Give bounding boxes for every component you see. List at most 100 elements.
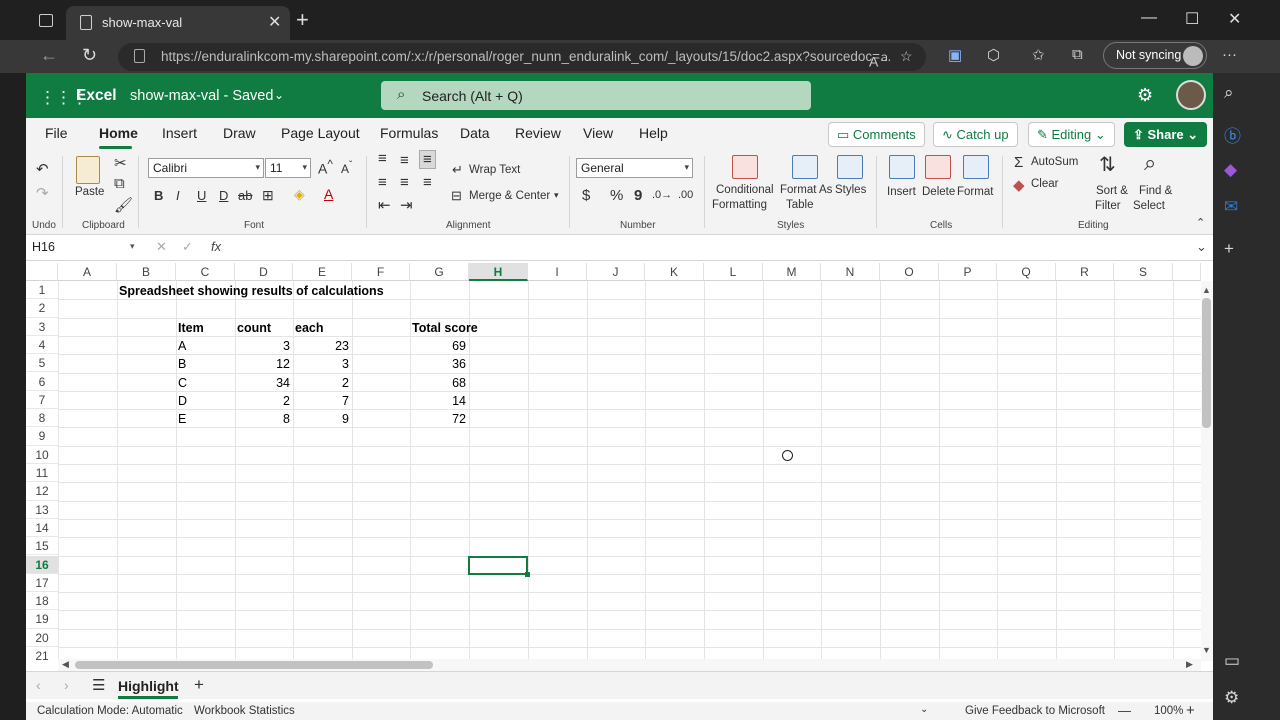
row-header[interactable]: 14 [26, 518, 58, 538]
number-format-select[interactable]: General ▾ [576, 158, 693, 178]
tab-page-layout[interactable]: Page Layout [281, 125, 360, 141]
column-header-g[interactable]: G [410, 263, 469, 281]
find-select-label-1[interactable]: Find & [1139, 185, 1172, 197]
column-header-p[interactable]: P [939, 263, 997, 281]
refresh-icon[interactable]: ↻ [82, 45, 97, 66]
select-all-corner[interactable] [26, 263, 58, 281]
row-header[interactable]: 18 [26, 592, 58, 611]
cell-g3[interactable]: Total score [412, 319, 478, 337]
insert-function-icon[interactable]: fx [211, 239, 221, 254]
row-header[interactable]: 17 [26, 573, 58, 593]
decrease-indent-icon[interactable]: ⇤ [378, 196, 391, 214]
tab-insert[interactable]: Insert [162, 125, 197, 141]
catch-up-button[interactable]: ∿ Catch up [933, 122, 1018, 147]
copy-icon[interactable]: ⧉ [114, 175, 125, 192]
horizontal-scrollbar-thumb[interactable] [75, 661, 433, 669]
row-header-selected[interactable]: 16 [26, 555, 58, 574]
prev-sheet-icon[interactable]: ‹ [36, 677, 41, 693]
column-header-j[interactable]: J [587, 263, 645, 281]
cell-each[interactable]: 9 [293, 410, 349, 428]
cell-each[interactable]: 23 [293, 337, 349, 355]
conditional-formatting-label-1[interactable]: Conditional [716, 184, 774, 196]
column-header-h[interactable]: H [469, 263, 528, 281]
row-header[interactable]: 15 [26, 537, 58, 556]
outlook-icon[interactable]: ✉ [1224, 197, 1238, 217]
cell-count[interactable]: 3 [235, 337, 290, 355]
document-title[interactable]: show-max-val - Saved [130, 88, 273, 104]
cell-e3[interactable]: each [295, 319, 324, 337]
gear-icon[interactable]: ⚙ [1224, 688, 1239, 708]
row-header[interactable]: 11 [26, 464, 58, 483]
search-box[interactable]: ⌕ Search (Alt + Q) [381, 81, 811, 110]
cell-c3[interactable]: Item [178, 319, 204, 337]
cell-total[interactable]: 14 [410, 392, 466, 410]
strikethrough-icon[interactable]: ab [238, 188, 252, 203]
delete-cells-label[interactable]: Delete [922, 186, 955, 198]
scroll-left-icon[interactable]: ◀ [62, 659, 69, 670]
cell-total[interactable]: 68 [410, 374, 466, 392]
paste-label[interactable]: Paste [75, 186, 104, 198]
zoom-out-icon[interactable]: — [1118, 703, 1131, 718]
sync-button[interactable]: Not syncing [1103, 42, 1207, 69]
comments-button[interactable]: ▭ Comments [828, 122, 925, 147]
merge-center-button[interactable]: Merge & Center [469, 190, 550, 202]
column-header-m[interactable]: M [763, 263, 821, 281]
window-close-icon[interactable]: ✕ [1228, 9, 1241, 29]
autosum-icon[interactable]: Σ [1014, 154, 1023, 171]
conditional-formatting-icon[interactable] [732, 155, 758, 179]
all-sheets-icon[interactable]: ☰ [92, 676, 105, 694]
tab-home[interactable]: Home [99, 125, 138, 141]
vertical-scrollbar-thumb[interactable] [1202, 298, 1211, 428]
cell-each[interactable]: 2 [293, 374, 349, 392]
row-header[interactable]: 2 [26, 299, 58, 318]
merge-center-icon[interactable]: ⊟ [451, 188, 462, 204]
cell-each[interactable]: 7 [293, 392, 349, 410]
tab-view[interactable]: View [583, 125, 613, 141]
name-box[interactable]: H16 [32, 240, 55, 254]
scroll-down-icon[interactable]: ▼ [1202, 645, 1211, 655]
back-arrow-icon[interactable]: ← [40, 45, 58, 66]
active-cell-h16[interactable] [468, 555, 530, 578]
increase-decimal-icon[interactable]: .0→ [652, 189, 672, 201]
browser-tab[interactable]: show-max-val ✕ [66, 6, 290, 40]
screen-cast-icon[interactable]: ▣ [948, 46, 962, 64]
enter-icon[interactable]: ✓ [182, 239, 193, 255]
column-header-l[interactable]: L [704, 263, 763, 281]
feedback-link[interactable]: Give Feedback to Microsoft [965, 705, 1105, 717]
sidebar-toggle-icon[interactable]: ▭ [1224, 651, 1240, 671]
row-header[interactable]: 9 [26, 427, 58, 446]
wrap-text-button[interactable]: Wrap Text [469, 164, 520, 176]
plus-icon[interactable]: + [1224, 239, 1234, 259]
tab-help[interactable]: Help [639, 125, 668, 141]
delete-cells-icon[interactable] [925, 155, 951, 179]
cell-styles-icon[interactable] [837, 155, 863, 179]
column-header-e[interactable]: E [293, 263, 352, 281]
column-header-f[interactable]: F [352, 263, 410, 281]
cell-count[interactable]: 2 [235, 392, 290, 410]
bold-icon[interactable]: B [154, 188, 163, 203]
zoom-level[interactable]: 100% [1154, 705, 1183, 717]
cell-count[interactable]: 34 [235, 374, 290, 392]
tab-review[interactable]: Review [515, 125, 561, 141]
column-header-t[interactable] [1173, 263, 1201, 281]
tab-formulas[interactable]: Formulas [380, 125, 438, 141]
paste-icon[interactable] [76, 156, 100, 184]
align-right-icon[interactable]: ≡ [423, 174, 432, 191]
underline-icon[interactable]: U [197, 188, 206, 203]
format-as-table-label-2[interactable]: Table [786, 199, 814, 211]
decrease-font-icon[interactable]: Aˇ [341, 160, 352, 176]
column-header-r[interactable]: R [1056, 263, 1114, 281]
share-button[interactable]: ⇪ Share ⌄ [1124, 122, 1208, 147]
search-icon[interactable]: ⌕ [1224, 83, 1234, 103]
chevron-down-icon[interactable]: ▾ [130, 241, 135, 252]
column-header-b[interactable]: B [117, 263, 176, 281]
row-header[interactable]: 12 [26, 482, 58, 501]
column-header-i[interactable]: I [528, 263, 587, 281]
autosum-label[interactable]: AutoSum [1031, 156, 1078, 168]
shopping-icon[interactable]: ◆ [1224, 160, 1237, 180]
column-header-c[interactable]: C [176, 263, 235, 281]
minimize-icon[interactable]: — [1141, 9, 1157, 27]
styles-label[interactable]: Styles [835, 184, 866, 196]
row-header[interactable]: 8 [26, 409, 58, 428]
url-field[interactable]: https://enduralinkcom-my.sharepoint.com/… [118, 43, 926, 71]
